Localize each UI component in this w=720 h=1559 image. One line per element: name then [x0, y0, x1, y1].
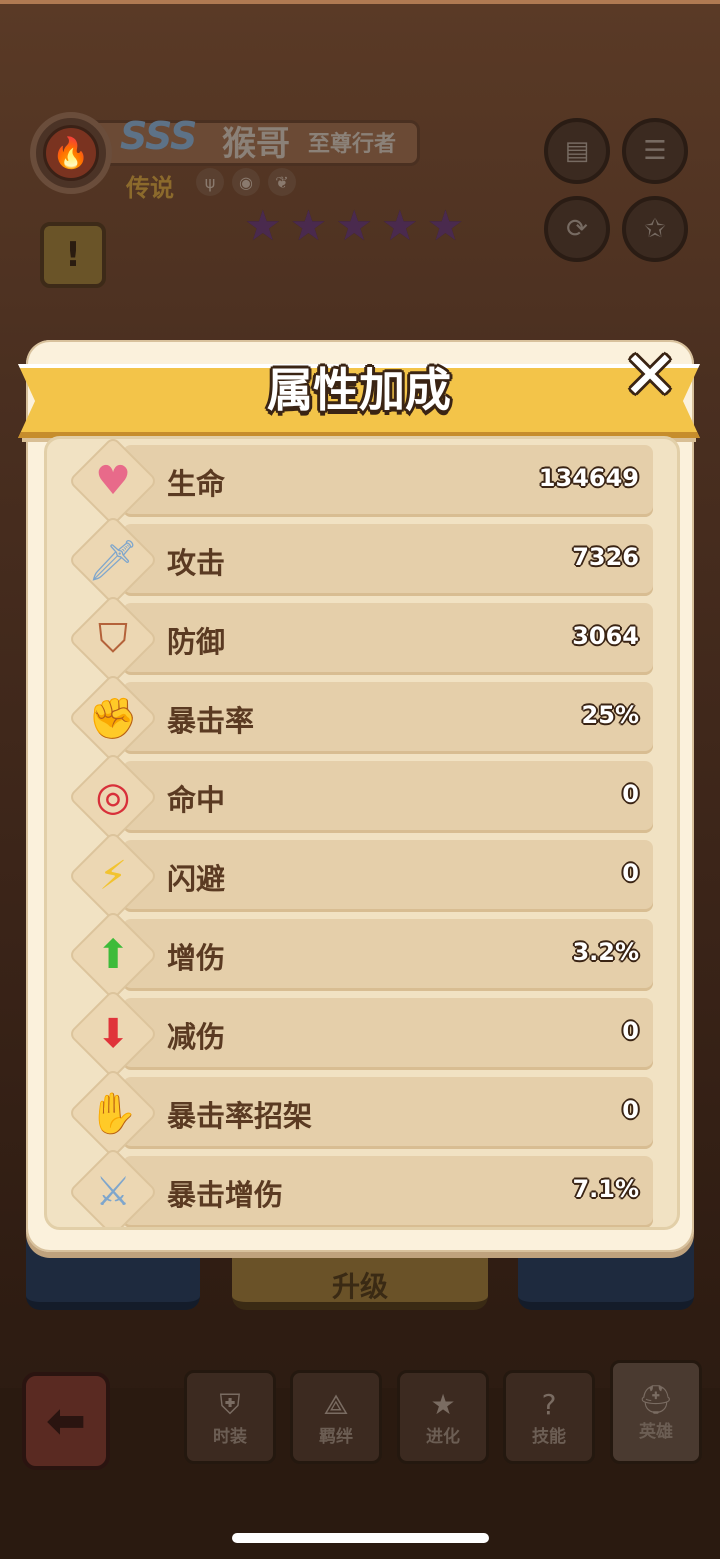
- stat-value: 0: [622, 780, 639, 808]
- stat-value: 134649: [538, 464, 639, 492]
- bond-icon: ⟁: [323, 1387, 349, 1421]
- horn-swap-icon[interactable]: ⟳: [544, 196, 610, 262]
- hero-grade: SSS: [120, 114, 197, 158]
- stat-row: ⬆ 增伤 3.2%: [67, 909, 653, 1001]
- tab-hero[interactable]: ⛑ 英雄: [610, 1360, 702, 1464]
- element-medal: 🔥: [30, 112, 112, 194]
- tab-label: 英雄: [639, 1421, 673, 1442]
- stat-row: ⚔ 暴击增伤 7.1%: [67, 1146, 653, 1227]
- stat-value: 7326: [572, 543, 639, 571]
- stat-label: 闪避: [167, 862, 226, 896]
- stat-row: ⛉ 防御 3064: [67, 593, 653, 685]
- beast-icon: ◉: [232, 168, 260, 196]
- tab-label: 进化: [426, 1426, 460, 1447]
- tab-skill[interactable]: ? 技能: [503, 1370, 595, 1464]
- stat-value: 0: [622, 859, 639, 887]
- crit-damage-icon: ⚔: [95, 1169, 131, 1215]
- fire-icon: 🔥: [43, 125, 99, 181]
- armor-icon: ⛨: [219, 1387, 241, 1421]
- sword-icon: 🗡: [87, 537, 139, 584]
- shield-icon: ⛉: [98, 616, 128, 662]
- claw-icon: ψ: [196, 168, 224, 196]
- stat-value: 0: [622, 1096, 639, 1124]
- stats-list[interactable]: ♥ 生命 134649 🗡 攻击 7326 ⛉ 防御 3064 ✊ 暴击率 25…: [44, 436, 680, 1230]
- stat-row: 🗡 攻击 7326: [67, 514, 653, 606]
- stat-row: ⚡ 闪避 0: [67, 830, 653, 922]
- lightning-icon: ⚡: [98, 853, 128, 899]
- hero-rarity: 传说: [126, 174, 174, 202]
- star-icon: ★: [244, 201, 282, 250]
- star-icon: ★: [430, 1387, 456, 1421]
- stat-value: 25%: [581, 701, 639, 729]
- back-button[interactable]: ⬅: [22, 1372, 110, 1470]
- stat-label: 增伤: [167, 941, 226, 975]
- stat-label: 暴击率: [167, 704, 255, 738]
- star-swap-icon[interactable]: ✩: [622, 196, 688, 262]
- sword-down-icon: ⬇: [96, 1011, 130, 1057]
- hero-name: 猴哥: [222, 124, 290, 164]
- stat-label: 暴击增伤: [167, 1178, 284, 1212]
- stat-label: 暴击率招架: [167, 1099, 313, 1133]
- upgrade-label: 升级: [331, 1270, 388, 1303]
- stat-row: ◎ 命中 0: [67, 751, 653, 843]
- hero-title: 至尊行者: [308, 132, 397, 157]
- tab-fashion[interactable]: ⛨ 时装: [184, 1370, 276, 1464]
- info-button[interactable]: !: [40, 222, 106, 288]
- target-icon: ◎: [95, 774, 131, 820]
- hero-stars: ★ ★ ★ ★ ★: [244, 204, 464, 248]
- leaf-icon: ❦: [268, 168, 296, 196]
- arrow-left-icon: ⬅: [45, 1393, 87, 1449]
- home-indicator[interactable]: [232, 1533, 489, 1543]
- stat-label: 生命: [167, 467, 226, 501]
- book-icon[interactable]: ▤: [544, 118, 610, 184]
- faction-icons: ψ ◉ ❦: [196, 168, 296, 196]
- close-icon[interactable]: ✕: [618, 343, 682, 409]
- helmet-icon: ⛑: [638, 1382, 674, 1416]
- stat-label: 减伤: [167, 1020, 226, 1054]
- tab-bond[interactable]: ⟁ 羁绊: [290, 1370, 382, 1464]
- parry-icon: ✋: [88, 1090, 138, 1137]
- skill-icon: ?: [541, 1387, 557, 1421]
- tab-label: 羁绊: [319, 1426, 353, 1447]
- top-edge: [0, 0, 720, 4]
- stat-label: 命中: [167, 783, 226, 817]
- stat-label: 攻击: [167, 546, 226, 580]
- heart-icon: ♥: [95, 458, 131, 504]
- star-icon: ★: [289, 201, 328, 250]
- sword-up-icon: ⬆: [96, 932, 130, 978]
- star-icon: ★: [426, 201, 465, 250]
- hero-badge: 🔥 SSS 猴哥 至尊行者 传说 ψ ◉ ❦: [30, 112, 422, 202]
- stat-row: ✋ 暴击率招架 0: [67, 1067, 653, 1159]
- tab-evolve[interactable]: ★ 进化: [397, 1370, 489, 1464]
- stat-label: 防御: [167, 625, 226, 659]
- star-icon: ★: [380, 201, 419, 250]
- star-icon: ★: [335, 201, 373, 250]
- fist-icon: ✊: [88, 695, 138, 742]
- stat-value: 3.2%: [572, 938, 639, 966]
- stat-row: ♥ 生命 134649: [67, 439, 653, 527]
- modal-title: 属性加成: [267, 363, 451, 417]
- stat-value: 7.1%: [572, 1175, 639, 1203]
- stat-value: 3064: [572, 622, 639, 650]
- stat-row: ✊ 暴击率 25%: [67, 672, 653, 764]
- tab-label: 时装: [213, 1426, 247, 1447]
- tab-label: 技能: [532, 1426, 566, 1447]
- stat-value: 0: [622, 1017, 639, 1045]
- scroll-icon[interactable]: ☰: [622, 118, 688, 184]
- stat-row: ⬇ 减伤 0: [67, 988, 653, 1080]
